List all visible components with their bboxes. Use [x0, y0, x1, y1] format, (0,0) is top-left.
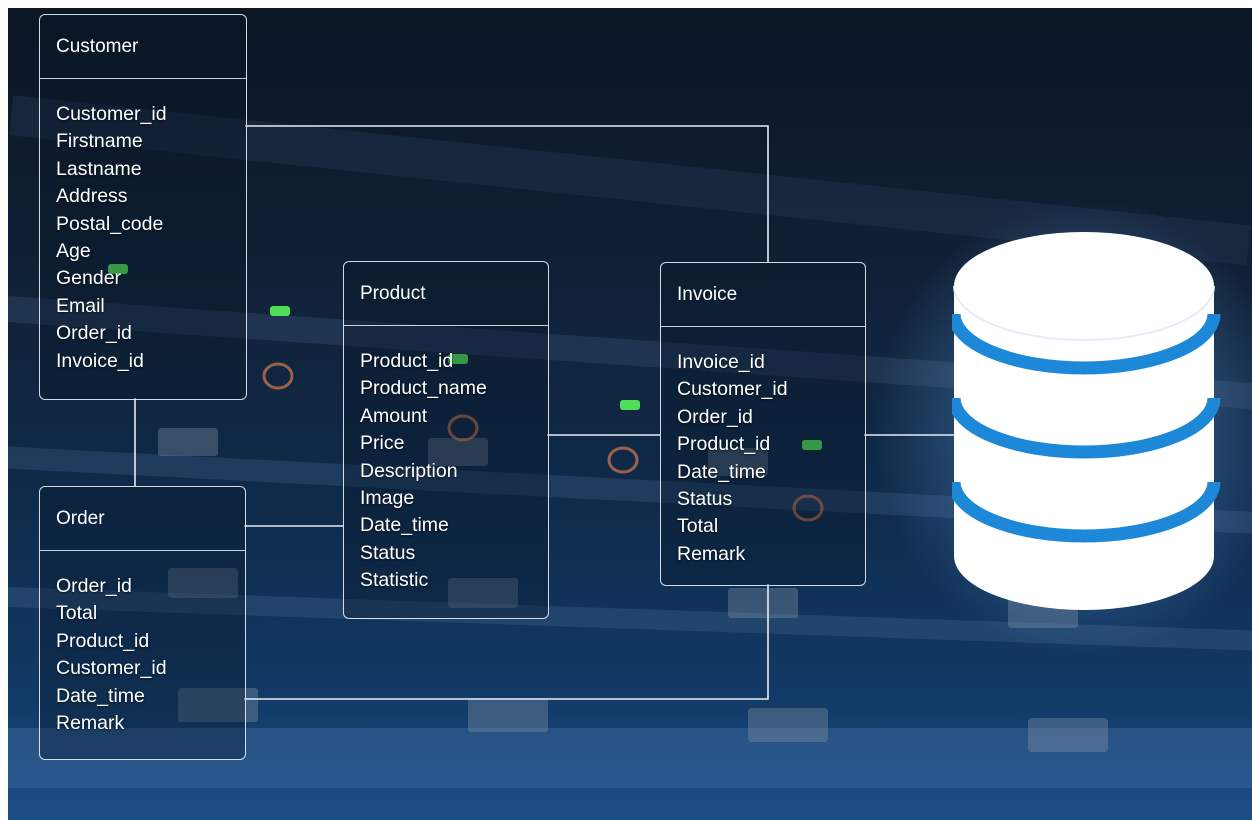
database-cylinder-icon: [952, 232, 1221, 610]
product-field-price: Price: [360, 432, 405, 455]
customer-field-customer-id: Customer_id: [56, 103, 167, 125]
invoice-field-customer-id: Customer_id: [677, 378, 788, 401]
product-field-date-time: Date_time: [360, 514, 449, 537]
invoice-field-date-time: Date_time: [677, 460, 766, 483]
product-table[interactable]: Product Product_id Product_name Amount Pric…: [343, 261, 549, 619]
product-field-amount: Amount: [360, 404, 428, 427]
order-field-remark: Remark: [56, 712, 125, 735]
customer-field-gender: Gender: [56, 267, 122, 290]
order-field-customer-id: Customer_id: [56, 657, 167, 680]
order-field-date-time: Date_time: [56, 684, 145, 707]
invoice-table[interactable]: Invoice Invoice_id Customer_id Order_id Pro…: [660, 262, 866, 586]
product-field-product-name: Product_name: [360, 377, 487, 400]
customer-field-postal-code: Postal_code: [56, 212, 164, 235]
customer-field-invoice-id: Invoice_id: [56, 349, 144, 372]
order-field-product-id: Product_id: [56, 629, 150, 652]
customer-table[interactable]: Customer Customer_id Firstname Lastname Add…: [39, 14, 247, 400]
link-customer-invoice: [245, 125, 769, 262]
order-table[interactable]: Order Order_id Total Product_id Customer_id…: [39, 486, 246, 760]
product-field-list: Product_id Product_name Amount Price Descrip…: [344, 326, 548, 595]
order-field-list: Order_id Total Product_id Customer_id Date_t…: [40, 551, 245, 737]
order-field-order-id: Order_id: [56, 575, 132, 597]
product-field-product-id: Product_id: [360, 350, 454, 372]
invoice-field-status: Status: [677, 488, 733, 511]
product-field-statistic: Statistic: [360, 569, 429, 592]
customer-field-address: Address: [56, 185, 128, 208]
product-field-status: Status: [360, 541, 416, 564]
invoice-field-invoice-id: Invoice_id: [677, 351, 765, 373]
product-field-image: Image: [360, 487, 415, 510]
order-table-title: Order: [40, 487, 245, 551]
product-table-title: Product: [344, 262, 548, 326]
invoice-field-list: Invoice_id Customer_id Order_id Product_id D…: [661, 327, 865, 568]
invoice-field-order-id: Order_id: [677, 405, 753, 428]
invoice-field-total: Total: [677, 515, 719, 538]
order-field-total: Total: [56, 602, 98, 625]
invoice-field-product-id: Product_id: [677, 433, 771, 456]
customer-field-email: Email: [56, 294, 105, 317]
customer-field-list: Customer_id Firstname Lastname Address Posta…: [40, 79, 246, 375]
diagram-canvas: Customer Customer_id Firstname Lastname Add…: [8, 8, 1252, 820]
customer-table-title: Customer: [40, 15, 246, 79]
customer-field-lastname: Lastname: [56, 157, 142, 180]
product-field-description: Description: [360, 459, 458, 482]
invoice-table-title: Invoice: [661, 263, 865, 327]
customer-field-age: Age: [56, 240, 91, 263]
invoice-field-remark: Remark: [677, 542, 746, 565]
customer-field-firstname: Firstname: [56, 130, 143, 153]
customer-field-order-id: Order_id: [56, 322, 132, 345]
